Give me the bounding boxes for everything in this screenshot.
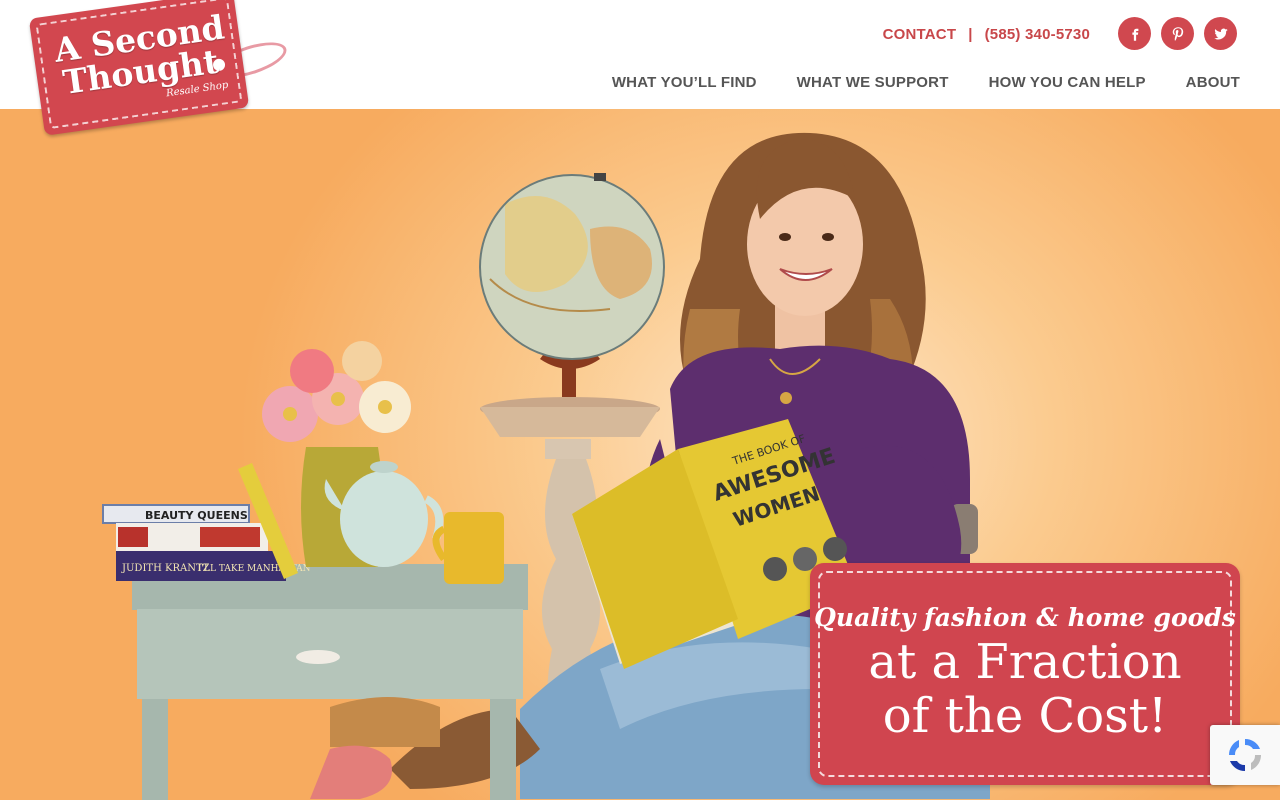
- phone-link[interactable]: (585) 340-5730: [985, 26, 1090, 43]
- recaptcha-badge[interactable]: [1210, 725, 1280, 785]
- promo-headline-line-1: at a Fraction: [868, 634, 1182, 690]
- nav-item-about[interactable]: ABOUT: [1186, 74, 1240, 91]
- yellow-mug: [432, 512, 504, 584]
- nav-item-what-youll-find[interactable]: WHAT YOU’LL FIND: [612, 74, 757, 91]
- pinterest-icon[interactable]: [1161, 17, 1194, 50]
- promo-script-line: Quality fashion & home goods: [814, 603, 1236, 632]
- main-nav: WHAT YOU’LL FIND WHAT WE SUPPORT HOW YOU…: [612, 74, 1240, 91]
- contact-separator: |: [968, 25, 973, 43]
- facebook-icon[interactable]: [1118, 17, 1151, 50]
- promo-tag: Quality fashion & home goods at a Fracti…: [810, 563, 1240, 785]
- site-logo[interactable]: A Second Thought Resale Shop: [28, 0, 292, 136]
- book-spine-krantz: JUDITH KRANTZ: [121, 563, 210, 574]
- book-stack: BEAUTY QUEENS JUDITH KRANTZ I'LL TAKE MA…: [102, 463, 311, 581]
- social-links: [1118, 17, 1237, 50]
- promo-headline: at a Fraction of the Cost!: [810, 635, 1240, 743]
- contact-link[interactable]: CONTACT: [883, 26, 957, 43]
- promo-headline-line-2: of the Cost!: [882, 688, 1168, 744]
- nav-item-how-you-can-help[interactable]: HOW YOU CAN HELP: [989, 74, 1146, 91]
- book-spine-beauty-queens: BEAUTY QUEENS: [145, 509, 248, 522]
- twitter-icon[interactable]: [1204, 17, 1237, 50]
- globe: [479, 173, 665, 397]
- nav-item-what-we-support[interactable]: WHAT WE SUPPORT: [797, 74, 949, 91]
- hero-banner: THE BOOK OF AWESOME WOMEN BEAUTY QUEENS: [0, 109, 1280, 800]
- contact-bar: CONTACT | (585) 340-5730: [883, 22, 1090, 46]
- recaptcha-icon: [1228, 738, 1262, 772]
